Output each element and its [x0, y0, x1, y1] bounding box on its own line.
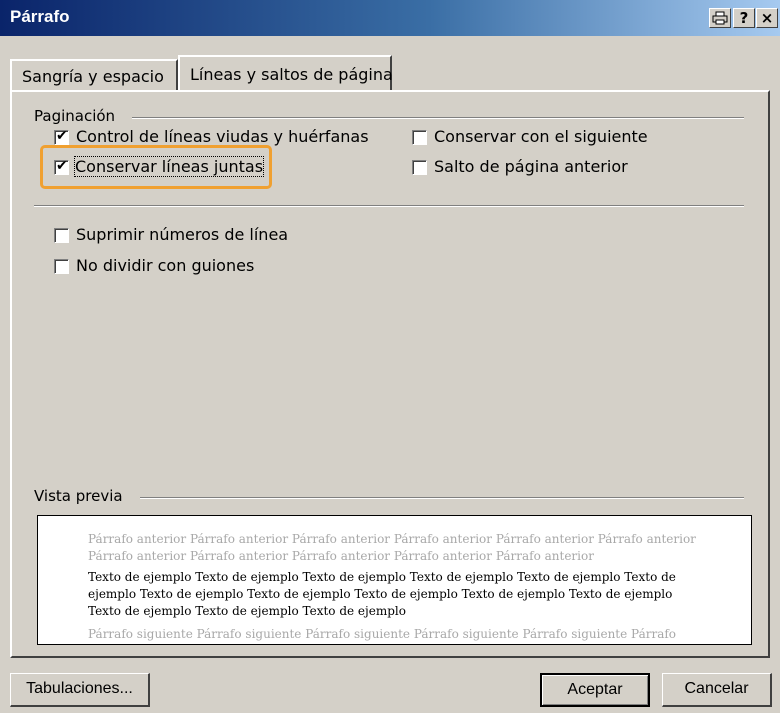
title-bar[interactable]: Párrafo ? × — [0, 0, 780, 36]
keep-with-next-label: Conservar con el siguiente — [434, 127, 648, 146]
no-hyphenate-checkbox[interactable] — [54, 259, 69, 274]
preview-divider — [140, 497, 744, 499]
ok-button[interactable]: Aceptar — [540, 673, 650, 707]
pagination-divider — [132, 117, 744, 119]
suppress-line-numbers-checkbox[interactable] — [54, 228, 69, 243]
preview-group-label: Vista previa — [34, 487, 127, 505]
tab-lines-page-breaks[interactable]: Líneas y saltos de página — [178, 55, 393, 91]
printer-icon[interactable] — [709, 8, 731, 28]
suppress-line-numbers-label: Suprimir números de línea — [76, 225, 289, 244]
cancel-button[interactable]: Cancelar — [662, 673, 772, 707]
page-break-before-checkbox[interactable] — [412, 160, 427, 175]
preview-sample-text: Texto de ejemplo Texto de ejemplo Texto … — [88, 570, 676, 618]
paragraph-dialog: Párrafo ? × Sangría y espacio Líneas y s… — [0, 0, 780, 713]
tabs-button[interactable]: Tabulaciones... — [10, 673, 150, 707]
tab-label: Sangría y espacio — [22, 67, 164, 86]
preview-previous-paragraph: Párrafo anterior Párrafo anterior Párraf… — [88, 532, 696, 563]
tab-label: Líneas y saltos de página — [190, 65, 393, 84]
preview-box: Párrafo anterior Párrafo anterior Párraf… — [37, 515, 752, 645]
options-divider — [34, 205, 744, 207]
check-icon: ✔ — [56, 128, 68, 144]
page-break-before-label: Salto de página anterior — [434, 157, 628, 176]
close-button[interactable]: × — [756, 8, 778, 28]
widow-control-label: Control de líneas viudas y huérfanas — [76, 127, 369, 146]
preview-next-paragraph: Párrafo siguiente Párrafo siguiente Párr… — [88, 627, 677, 641]
highlight-box — [40, 145, 272, 189]
window-title: Párrafo — [10, 7, 70, 26]
tab-indents-spacing[interactable]: Sangría y espacio — [10, 59, 178, 91]
help-button[interactable]: ? — [733, 8, 755, 28]
no-hyphenate-label: No dividir con guiones — [76, 256, 255, 275]
widow-control-checkbox[interactable]: ✔ — [54, 128, 69, 145]
keep-with-next-checkbox[interactable] — [412, 130, 427, 145]
pagination-group-label: Paginación — [34, 107, 120, 125]
